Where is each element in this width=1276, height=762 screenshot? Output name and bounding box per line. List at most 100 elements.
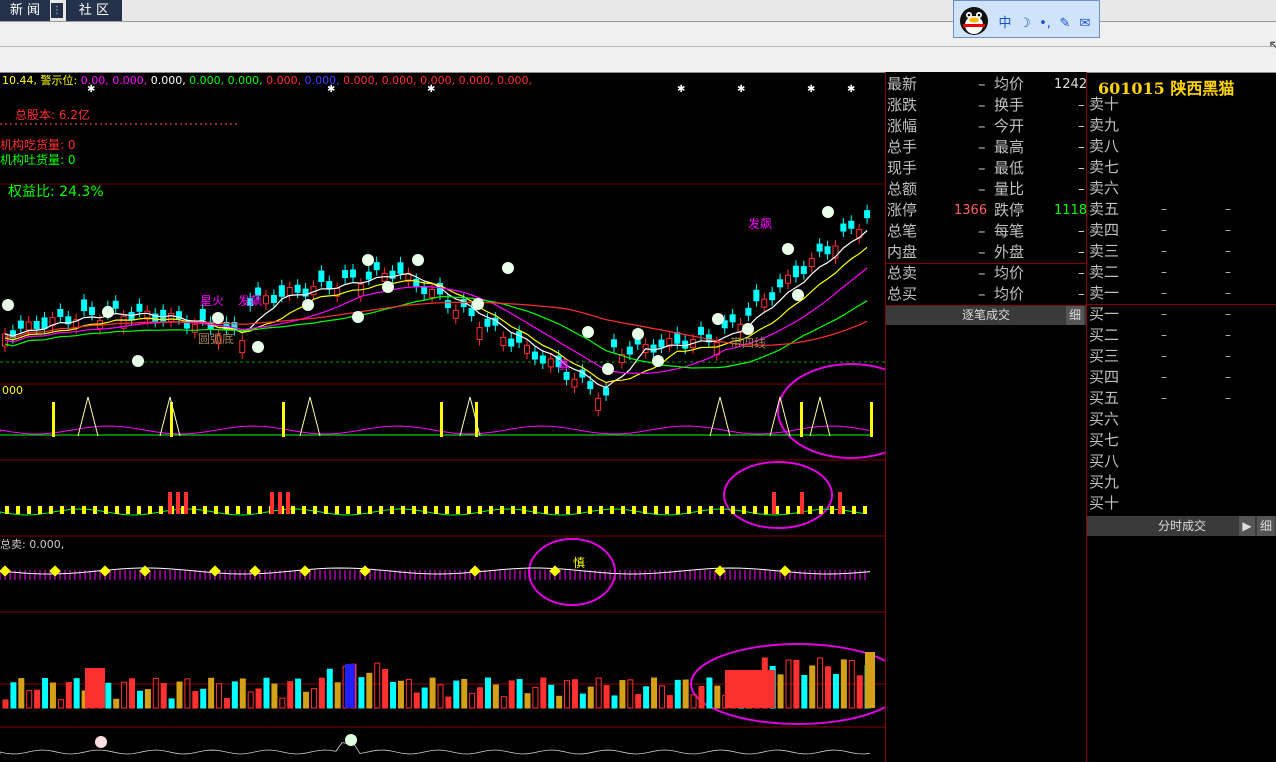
- time-trade-header[interactable]: 分时成交 ▶ 细: [1087, 516, 1276, 536]
- quote-value-2: 1242: [1054, 77, 1088, 92]
- candle-body: [33, 321, 40, 330]
- warn-values: 0.00, 0.000, 0.000, 0.000, 0.000, 0.000,…: [81, 74, 532, 87]
- ob-qty: –: [1225, 202, 1231, 216]
- smiley-icon: [345, 734, 357, 746]
- tab-news[interactable]: 新 闻: [0, 0, 50, 21]
- candle-body: [658, 339, 665, 348]
- panel2-bar: [282, 402, 285, 437]
- ob-price: –: [1161, 328, 1167, 342]
- candle-body: [199, 308, 206, 321]
- kline-chart-area[interactable]: ✱ ✱ ✱ ✱ ✱ ✱ ✱ 10.44, 警示位: 0.00, 0.000, 0.000, …: [0, 72, 885, 762]
- highlight-circle: [777, 363, 885, 459]
- smiley-icon: [632, 328, 644, 340]
- ob-qty: –: [1225, 349, 1231, 363]
- volume-bar: [532, 686, 539, 709]
- qq-moon-button[interactable]: ☽: [1016, 15, 1034, 33]
- qq-punct-button[interactable]: •,: [1036, 15, 1054, 33]
- panel3-bar: [852, 506, 856, 514]
- ob-price: –: [1161, 391, 1167, 405]
- quote-row: 现手 – 最低 –: [886, 158, 1086, 179]
- ob-label: 买九: [1089, 473, 1120, 491]
- qq-widget[interactable]: 中 ☽ •, ✎ ✉: [953, 0, 1100, 38]
- smiley-icon: [502, 262, 514, 274]
- ob-label: 买四: [1089, 368, 1120, 386]
- quote-row: 涨停 1366 跌停 1118: [886, 200, 1087, 221]
- volume-bar: [303, 691, 310, 709]
- volume-bar: [524, 693, 531, 709]
- tick-detail-button[interactable]: 细: [1066, 305, 1084, 325]
- panel3-bar: [786, 506, 790, 514]
- volume-bar: [698, 686, 705, 709]
- panel3-bar: [126, 506, 130, 514]
- volume-bar: [310, 688, 317, 709]
- candle-body: [484, 318, 491, 327]
- panel2-bar: [870, 402, 873, 437]
- volume-bar: [587, 686, 594, 709]
- orderbook-row: 买九: [1087, 472, 1276, 493]
- volume-bar: [18, 678, 25, 709]
- tick-trade-header[interactable]: 逐笔成交 细: [886, 305, 1086, 325]
- panel3-bar: [731, 506, 735, 514]
- warn-value: 0.000,: [455, 74, 494, 87]
- time-trade-title: 分时成交: [1157, 519, 1206, 533]
- warn-prefix: 10.44,: [2, 74, 37, 87]
- panel3-bar: [533, 506, 537, 514]
- volume-bar: [287, 681, 294, 709]
- ob-label: 卖一: [1089, 284, 1120, 302]
- quote-label-2: 量比: [994, 180, 1025, 198]
- smiley-icon: [382, 281, 394, 293]
- quote-value: –: [978, 285, 986, 303]
- ob-qty: –: [1225, 391, 1231, 405]
- candle-body: [531, 351, 538, 360]
- ob-label: 卖八: [1089, 137, 1120, 155]
- volume-bar: [192, 691, 199, 709]
- time-detail-button[interactable]: 细: [1257, 516, 1275, 536]
- ob-label: 买十: [1089, 494, 1120, 512]
- candle-body: [444, 300, 451, 309]
- smiley-icon: [782, 243, 794, 255]
- candle-body: [516, 331, 523, 343]
- orderbook-row: 卖一 – –: [1087, 283, 1276, 304]
- panel3-bar: [522, 506, 526, 514]
- ob-price: –: [1161, 349, 1167, 363]
- quote-label-2: 最高: [994, 138, 1025, 156]
- qq-chinese-button[interactable]: 中: [996, 15, 1014, 33]
- panel3-bar: [390, 506, 394, 514]
- volume-bar: [239, 678, 246, 709]
- volume-bar-highlight: [865, 652, 875, 708]
- ob-label: 买二: [1089, 326, 1120, 344]
- quote-label-2: 今开: [994, 117, 1025, 135]
- panel3-red: [176, 492, 180, 514]
- panel3-bar: [38, 506, 42, 514]
- panel3-bar: [610, 506, 614, 514]
- candle-body: [468, 308, 475, 317]
- panel6-line: [0, 742, 871, 755]
- kline-svg[interactable]: ✱ ✱ ✱ ✱ ✱ ✱ ✱: [0, 72, 885, 762]
- quote-label-2: 均价: [994, 264, 1025, 282]
- volume-bar: [223, 698, 230, 709]
- quote-value-2: –: [1078, 224, 1085, 239]
- volume-bar: [326, 668, 333, 709]
- warn-value: 0.000,: [224, 74, 263, 87]
- smiley-icon: [2, 299, 14, 311]
- ob-label: 买五: [1089, 389, 1120, 407]
- volume-bar: [208, 677, 215, 709]
- quote-label-2: 外盘: [994, 243, 1025, 261]
- candle-body: [745, 307, 752, 316]
- play-icon[interactable]: ▶: [1239, 516, 1255, 536]
- smiley-icon: [102, 306, 114, 318]
- qq-mail-button[interactable]: ✉: [1076, 15, 1094, 33]
- qq-tool-button[interactable]: ✎: [1056, 15, 1074, 33]
- panel2-peak: [299, 396, 321, 437]
- volume-bar: [374, 662, 381, 709]
- panel2-peak: [77, 396, 99, 437]
- volume-bar: [540, 677, 547, 709]
- volume-bar: [500, 696, 507, 709]
- candle-body: [263, 295, 269, 305]
- panel3-bar: [709, 506, 713, 514]
- tab-community[interactable]: 社 区: [66, 0, 122, 21]
- panel3-bar: [830, 506, 834, 514]
- panel3-bar: [236, 506, 240, 514]
- panel3-bar: [720, 506, 724, 514]
- quote-row: 最新 – 均价 1242: [886, 74, 1088, 95]
